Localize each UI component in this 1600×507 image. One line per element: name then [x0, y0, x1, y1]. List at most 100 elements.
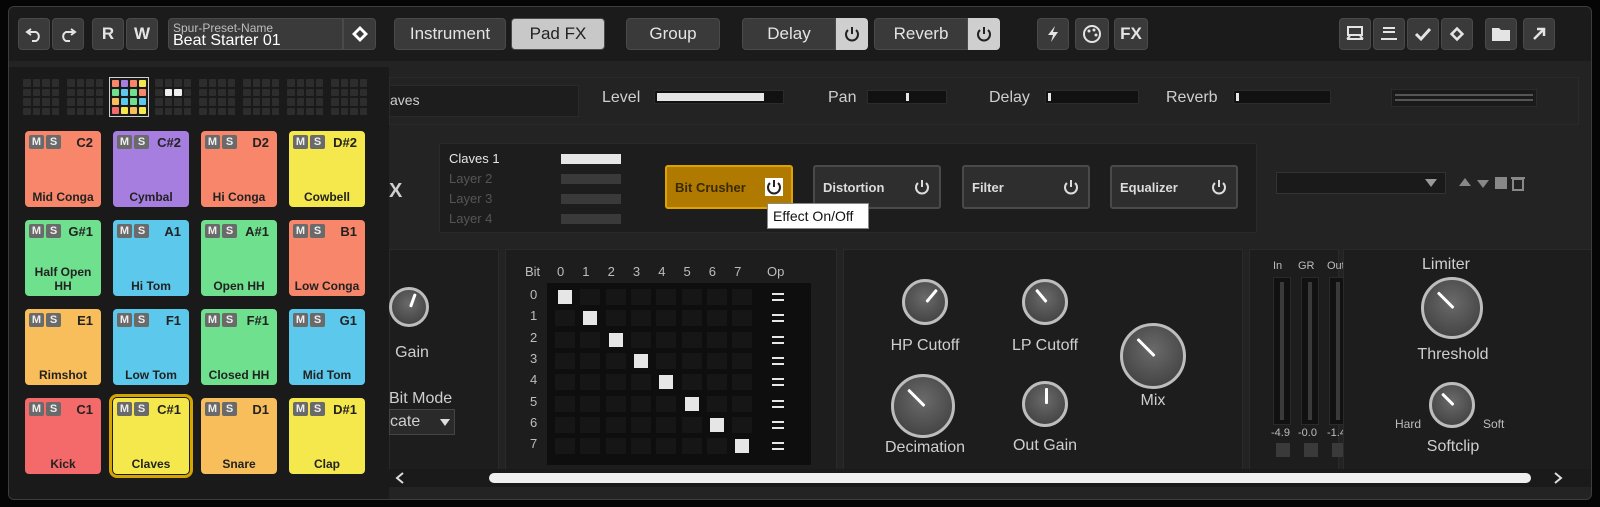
bit-cell[interactable] [555, 352, 575, 369]
pad-bank-3[interactable] [109, 77, 149, 117]
bit-cell[interactable] [630, 416, 651, 433]
bit-cell[interactable] [630, 438, 651, 455]
bit-cell[interactable] [681, 374, 702, 391]
mute-button[interactable]: M [205, 135, 220, 149]
pad-rimshot[interactable]: M S E1 Rimshot [25, 309, 101, 385]
solo-button[interactable]: S [46, 402, 61, 416]
undo-button[interactable] [18, 18, 50, 50]
fx-slot-filter[interactable]: Filter [962, 165, 1090, 209]
bit-cell[interactable] [706, 289, 727, 305]
solo-button[interactable]: S [222, 135, 237, 149]
out-gain-knob[interactable] [1022, 381, 1068, 427]
op-toggle[interactable] [772, 399, 784, 408]
solo-button[interactable]: S [310, 224, 325, 238]
mute-button[interactable]: M [117, 313, 132, 327]
bit-cell-on[interactable] [558, 290, 572, 304]
delay-send-slider[interactable] [1045, 90, 1139, 104]
power-icon[interactable] [765, 178, 783, 199]
fx-preset-actions[interactable] [1457, 174, 1533, 192]
bit-cell[interactable] [555, 331, 575, 348]
tab-instrument[interactable]: Instrument [394, 18, 506, 50]
fx-preset-dropdown[interactable] [1276, 172, 1446, 194]
pad-name-field[interactable]: aves [389, 85, 579, 117]
bit-cell[interactable] [580, 416, 601, 433]
bit-cell-on[interactable] [659, 375, 674, 390]
load-button[interactable] [1339, 18, 1371, 50]
bit-cell[interactable] [580, 395, 601, 412]
mute-button[interactable]: M [205, 402, 220, 416]
bit-cell[interactable] [605, 289, 626, 305]
pad-hi-conga[interactable]: M S D2 Hi Conga [201, 131, 277, 207]
write-button[interactable]: W [126, 18, 158, 50]
bit-cell[interactable] [706, 438, 727, 455]
op-toggle[interactable] [772, 356, 784, 365]
softclip-knob[interactable] [1429, 382, 1475, 428]
lp-cutoff-knob[interactable] [1022, 279, 1068, 325]
bit-cell[interactable] [555, 438, 575, 455]
bit-cell[interactable] [681, 438, 702, 455]
power-icon[interactable] [1210, 178, 1228, 199]
mute-button[interactable]: M [293, 402, 308, 416]
scroll-right-icon[interactable] [1553, 472, 1563, 484]
pad-closed-hh[interactable]: M S F#1 Closed HH [201, 309, 277, 385]
power-icon[interactable] [913, 178, 931, 199]
layer-4[interactable]: Layer 4 [449, 211, 492, 226]
mute-button[interactable]: M [205, 224, 220, 238]
bit-cell[interactable] [555, 310, 575, 327]
solo-button[interactable]: S [310, 402, 325, 416]
bit-cell[interactable] [555, 395, 575, 412]
bit-cell[interactable] [605, 395, 626, 412]
bit-cell[interactable] [605, 352, 626, 369]
op-toggle[interactable] [772, 442, 784, 451]
pad-kick[interactable]: M S C1 Kick [25, 398, 101, 474]
read-button[interactable]: R [92, 18, 124, 50]
bit-cell[interactable] [681, 416, 702, 433]
gain-knob[interactable] [389, 287, 429, 327]
bit-cell[interactable] [656, 310, 677, 327]
tab-pad-fx[interactable]: Pad FX [511, 18, 605, 50]
mute-button[interactable]: M [117, 402, 132, 416]
bit-cell[interactable] [630, 289, 651, 305]
decimation-knob[interactable] [891, 374, 955, 438]
mute-button[interactable]: M [29, 313, 44, 327]
solo-button[interactable]: S [134, 224, 149, 238]
reverb-send-slider[interactable] [1233, 90, 1331, 104]
pad-mid-tom[interactable]: M S G1 Mid Tom [289, 309, 365, 385]
bit-cell[interactable] [681, 310, 702, 327]
pad-bank-2[interactable] [65, 77, 105, 117]
bit-cell-on[interactable] [633, 353, 648, 368]
solo-button[interactable]: S [310, 313, 325, 327]
solo-button[interactable]: S [46, 224, 61, 238]
solo-button[interactable]: S [46, 313, 61, 327]
bit-cell[interactable] [681, 352, 702, 369]
solo-button[interactable]: S [222, 402, 237, 416]
delay-power-button[interactable] [836, 18, 868, 50]
pad-bank-7[interactable] [285, 77, 325, 117]
reverb-button[interactable]: Reverb [874, 18, 968, 50]
bit-cell[interactable] [706, 331, 727, 348]
pad-cowbell[interactable]: M S D#2 Cowbell [289, 131, 365, 207]
fx-button[interactable]: FX [1114, 18, 1148, 50]
bit-cell[interactable] [732, 374, 753, 391]
solo-button[interactable]: S [134, 313, 149, 327]
layer-3-level[interactable] [561, 194, 621, 204]
bit-cell[interactable] [732, 310, 753, 327]
bit-cell[interactable] [580, 352, 601, 369]
bit-cell-on[interactable] [684, 396, 699, 411]
solo-button[interactable]: S [134, 135, 149, 149]
bit-cell[interactable] [630, 374, 651, 391]
bit-cell[interactable] [706, 374, 727, 391]
op-toggle[interactable] [772, 314, 784, 323]
preset-browser-button[interactable] [343, 18, 376, 50]
mix-knob[interactable] [1120, 323, 1186, 389]
bit-cell[interactable] [706, 395, 727, 412]
save-list-button[interactable] [1373, 18, 1405, 50]
solo-button[interactable]: S [310, 135, 325, 149]
bit-cell[interactable] [732, 416, 753, 433]
pad-low-conga[interactable]: M S B1 Low Conga [289, 220, 365, 296]
bit-cell[interactable] [580, 374, 601, 391]
op-toggle[interactable] [772, 378, 784, 387]
bit-cell[interactable] [580, 331, 601, 348]
layer-1[interactable]: Claves 1 [449, 151, 500, 166]
mute-button[interactable]: M [293, 135, 308, 149]
